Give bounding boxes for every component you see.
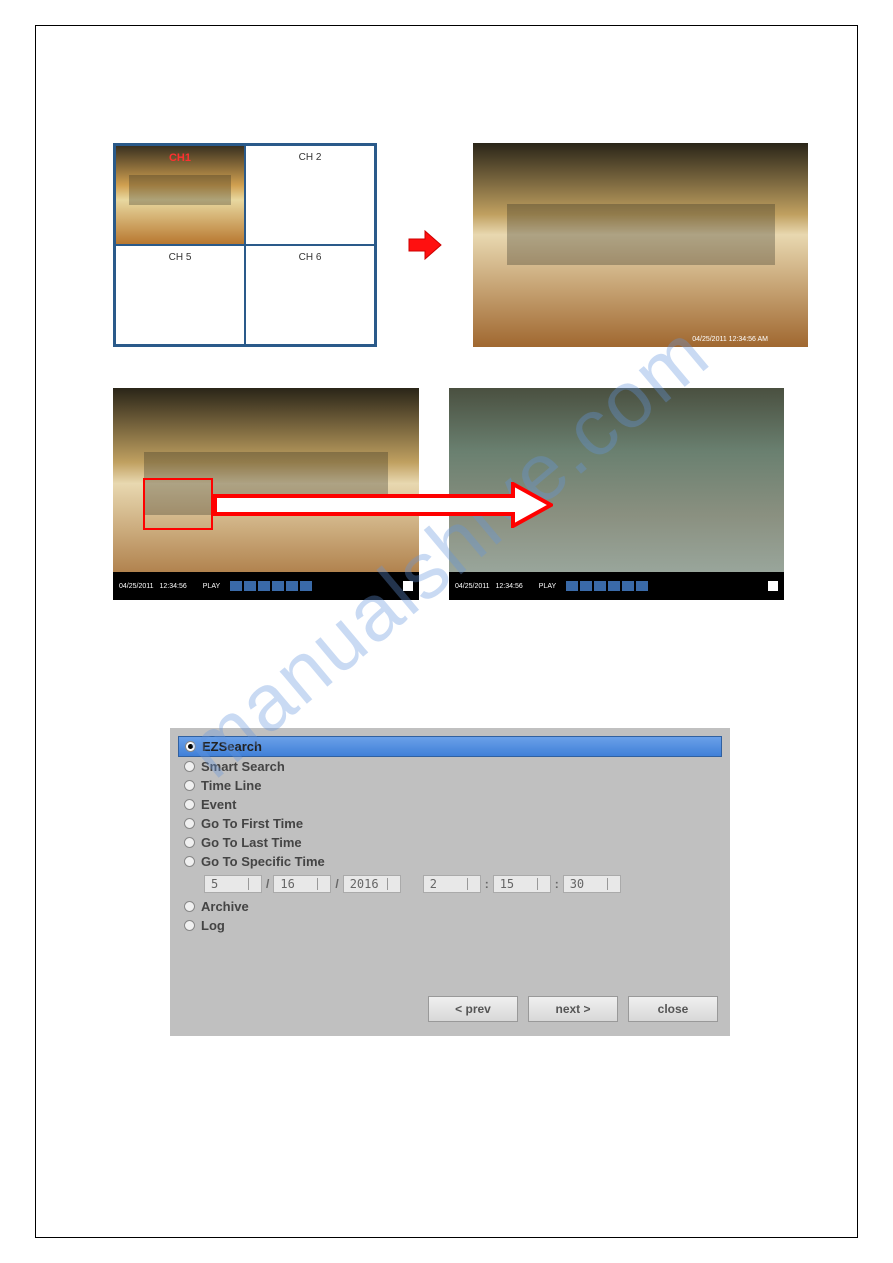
playback-button[interactable]: [230, 581, 242, 591]
next-button[interactable]: next >: [528, 996, 618, 1022]
date-separator: /: [266, 877, 269, 891]
ch5-label: CH 5: [169, 252, 192, 263]
playback-button[interactable]: [286, 581, 298, 591]
playback-view-normal: 04/25/2011 12:34:56 PLAY: [113, 388, 419, 600]
zoom-region-box[interactable]: [143, 478, 213, 530]
playback-bar: 04/25/2011 12:34:56 PLAY: [113, 572, 419, 600]
radio-label: Go To Last Time: [201, 835, 302, 850]
radio-label: Time Line: [201, 778, 261, 793]
arrow-right-icon: [407, 227, 443, 263]
prev-button[interactable]: < prev: [428, 996, 518, 1022]
camera-thumbnail: [129, 175, 231, 204]
row-grid-to-single: CH1 CH 2 CH 5 CH 6 04/25/2011 12:34:56 A…: [113, 143, 808, 347]
close-icon[interactable]: [403, 581, 413, 591]
search-dialog: EZSearch Smart Search Time Line Event Go…: [170, 728, 730, 1036]
day-spinbox[interactable]: 16: [273, 875, 331, 893]
radio-archive[interactable]: Archive: [178, 897, 722, 916]
quad-view-grid: CH1 CH 2 CH 5 CH 6: [113, 143, 377, 347]
page-content: CH1 CH 2 CH 5 CH 6 04/25/2011 12:34:56 A…: [35, 25, 858, 1238]
radio-label: Log: [201, 918, 225, 933]
radio-label: EZSearch: [202, 739, 262, 754]
camera-view: [507, 204, 775, 265]
radio-log[interactable]: Log: [178, 916, 722, 935]
time-separator: :: [555, 877, 559, 891]
radio-icon: [184, 837, 195, 848]
quad-cell-ch2[interactable]: CH 2: [245, 145, 375, 245]
playback-button[interactable]: [258, 581, 270, 591]
quad-cell-ch5[interactable]: CH 5: [115, 245, 245, 345]
month-spinbox[interactable]: 5: [204, 875, 262, 893]
radio-icon: [184, 920, 195, 931]
playback-date: 04/25/2011: [119, 583, 154, 590]
play-status: PLAY: [539, 583, 556, 590]
playback-date: 04/25/2011: [455, 583, 490, 590]
radio-label: Event: [201, 797, 236, 812]
radio-label: Archive: [201, 899, 249, 914]
quad-cell-ch6[interactable]: CH 6: [245, 245, 375, 345]
radio-timeline[interactable]: Time Line: [178, 776, 722, 795]
playback-button[interactable]: [566, 581, 578, 591]
radio-icon: [184, 818, 195, 829]
playback-controls: [230, 581, 312, 591]
radio-icon: [184, 856, 195, 867]
ch2-label: CH 2: [299, 152, 322, 163]
row-zoom-comparison: 04/25/2011 12:34:56 PLAY 04/25/2011 12:3…: [113, 388, 808, 600]
play-status: PLAY: [203, 583, 220, 590]
radio-icon: [184, 780, 195, 791]
playback-button[interactable]: [300, 581, 312, 591]
playback-button[interactable]: [622, 581, 634, 591]
radio-icon: [184, 901, 195, 912]
date-separator: /: [335, 877, 338, 891]
second-spinbox[interactable]: 30: [563, 875, 621, 893]
radio-label: Go To First Time: [201, 816, 303, 831]
ch1-label: CH1: [169, 152, 191, 164]
playback-button[interactable]: [244, 581, 256, 591]
radio-icon: [184, 761, 195, 772]
playback-button[interactable]: [594, 581, 606, 591]
radio-last-time[interactable]: Go To Last Time: [178, 833, 722, 852]
playback-controls: [566, 581, 648, 591]
playback-button[interactable]: [608, 581, 620, 591]
radio-icon: [185, 741, 196, 752]
playback-bar: 04/25/2011 12:34:56 PLAY: [449, 572, 784, 600]
hour-spinbox[interactable]: 2: [423, 875, 481, 893]
radio-label: Smart Search: [201, 759, 285, 774]
playback-time: 12:34:56: [496, 583, 523, 590]
close-button[interactable]: close: [628, 996, 718, 1022]
single-view-image: 04/25/2011 12:34:56 AM: [473, 143, 808, 347]
radio-icon: [184, 799, 195, 810]
playback-button[interactable]: [272, 581, 284, 591]
minute-spinbox[interactable]: 15: [493, 875, 551, 893]
quad-cell-ch1[interactable]: CH1: [115, 145, 245, 245]
radio-smart-search[interactable]: Smart Search: [178, 757, 722, 776]
radio-ezsearch[interactable]: EZSearch: [178, 736, 722, 757]
playback-time: 12:34:56: [160, 583, 187, 590]
timestamp-overlay: 04/25/2011 12:34:56 AM: [692, 336, 768, 343]
zoom-arrow-icon: [213, 482, 553, 528]
time-separator: :: [485, 877, 489, 891]
playback-button[interactable]: [636, 581, 648, 591]
playback-button[interactable]: [580, 581, 592, 591]
datetime-row: 5 / 16 / 2016 2 : 15 : 30: [178, 871, 722, 897]
radio-first-time[interactable]: Go To First Time: [178, 814, 722, 833]
dialog-button-row: < prev next > close: [178, 990, 722, 1028]
close-icon[interactable]: [768, 581, 778, 591]
year-spinbox[interactable]: 2016: [343, 875, 401, 893]
radio-specific-time[interactable]: Go To Specific Time: [178, 852, 722, 871]
radio-event[interactable]: Event: [178, 795, 722, 814]
ch6-label: CH 6: [299, 252, 322, 263]
radio-label: Go To Specific Time: [201, 854, 325, 869]
